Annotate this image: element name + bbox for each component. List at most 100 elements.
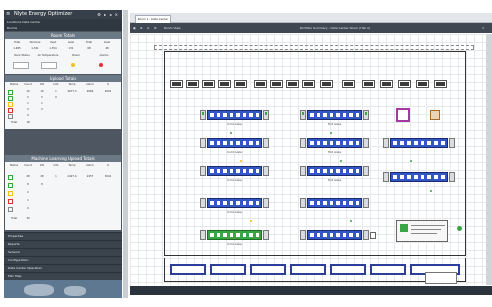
crac-unit[interactable]	[363, 110, 369, 120]
sensor-dot[interactable]	[457, 226, 462, 231]
rack-row-3b[interactable]	[307, 166, 362, 176]
rack-row-4a[interactable]	[207, 198, 262, 208]
accordion-mini-map[interactable]: Mini Map	[4, 272, 122, 280]
vertical-scrollbar[interactable]	[486, 34, 492, 285]
rack-row-4b[interactable]	[307, 198, 362, 208]
settings-icon[interactable]: ⚙	[154, 23, 157, 33]
rack-row-2a[interactable]	[207, 138, 262, 148]
crac-unit[interactable]	[263, 198, 269, 208]
group-row[interactable]: Rooms	[4, 25, 122, 31]
crac-unit[interactable]	[363, 166, 369, 176]
pdu-unit[interactable]	[430, 110, 440, 120]
power-unit[interactable]	[210, 264, 246, 275]
status-label-1: Air Temperature	[37, 54, 59, 57]
mini-map[interactable]	[4, 280, 122, 298]
accordion-operation[interactable]: Data Center Operation	[4, 264, 122, 272]
wall-unit[interactable]	[202, 80, 215, 88]
wall-unit[interactable]	[416, 80, 429, 88]
power-unit[interactable]	[170, 264, 206, 275]
wall-unit[interactable]	[434, 80, 447, 88]
wall-unit[interactable]	[234, 80, 247, 88]
sensor-dot[interactable]	[250, 220, 252, 222]
crac-unit[interactable]	[300, 166, 306, 176]
rack-row-2c[interactable]	[390, 138, 448, 148]
wall-unit[interactable]	[218, 80, 231, 88]
wall-unit[interactable]	[186, 80, 199, 88]
accordion-sensors[interactable]: Sensors	[4, 248, 122, 256]
mini-map-land	[24, 284, 54, 296]
wall-unit[interactable]	[286, 80, 299, 88]
power-unit[interactable]	[330, 264, 366, 275]
info-card[interactable]	[396, 220, 448, 242]
crac-unit[interactable]	[200, 166, 206, 176]
crac-unit[interactable]	[300, 110, 306, 120]
sensor-dot[interactable]	[230, 132, 232, 134]
wall-unit[interactable]	[342, 80, 355, 88]
crac-unit[interactable]	[363, 230, 369, 240]
rack-status-field[interactable]	[13, 62, 29, 69]
accordion-configuration[interactable]: Configuration	[4, 256, 122, 264]
crac-unit[interactable]	[300, 138, 306, 148]
rack-row-3c[interactable]	[390, 172, 448, 182]
rack-row-5b[interactable]	[307, 230, 362, 240]
ml-r0-c4: 2427.4	[67, 175, 77, 178]
crac-unit[interactable]	[263, 166, 269, 176]
crac-unit[interactable]	[263, 110, 269, 120]
crac-unit[interactable]	[449, 138, 455, 148]
ml-r0-c6: 3041	[104, 175, 112, 178]
wall-unit[interactable]	[398, 80, 411, 88]
rack-row-2b[interactable]	[307, 138, 362, 148]
crac-unit[interactable]	[363, 138, 369, 148]
crac-unit[interactable]	[263, 230, 269, 240]
rack-row-1b[interactable]	[307, 110, 362, 120]
crac-unit[interactable]	[200, 230, 206, 240]
wall-unit[interactable]	[170, 80, 183, 88]
wall-unit[interactable]	[362, 80, 375, 88]
ml-r0-c2: 1	[55, 175, 57, 178]
crac-unit[interactable]	[300, 198, 306, 208]
crac-unit[interactable]	[383, 138, 389, 148]
crac-unit[interactable]	[200, 198, 206, 208]
crac-unit[interactable]	[200, 138, 206, 148]
sensor-dot[interactable]	[240, 160, 242, 162]
wall-unit[interactable]	[380, 80, 393, 88]
wall-unit[interactable]	[254, 80, 267, 88]
ups-unit[interactable]	[396, 108, 410, 122]
accordion-reports[interactable]: Reports	[4, 240, 122, 248]
air-temp-field[interactable]	[41, 62, 57, 69]
close-icon[interactable]: ×	[482, 23, 485, 33]
rack-row-5a[interactable]	[207, 230, 262, 240]
crac-unit[interactable]	[300, 230, 306, 240]
zoom-out-icon[interactable]: ⊖	[147, 23, 150, 33]
wall-unit[interactable]	[320, 80, 333, 88]
sensor-dot[interactable]	[410, 160, 412, 162]
floor-plan-canvas[interactable]: Cold Aisle Hot Aisle Cold Aisle Hot Aisl…	[130, 34, 492, 285]
up-r1-c2: 0	[55, 96, 57, 99]
accordion-properties[interactable]: Properties	[4, 232, 122, 240]
rack-row-3a[interactable]	[207, 166, 262, 176]
sensor-dot[interactable]	[350, 220, 352, 222]
aisle-label: Hot Aisle	[327, 122, 342, 126]
panel-splitter[interactable]	[123, 10, 128, 298]
wall-unit[interactable]	[302, 80, 315, 88]
crac-unit[interactable]	[449, 172, 455, 182]
sensor-unit[interactable]	[370, 232, 376, 239]
sensor-dot[interactable]	[340, 160, 342, 162]
menu-icon[interactable]: ≡	[6, 10, 10, 19]
rt-value-0: 1,485	[13, 47, 21, 50]
sensor-dot[interactable]	[330, 132, 332, 134]
crac-unit[interactable]	[383, 172, 389, 182]
left-panel: ≡ Nlyte Energy Optimizer ⚙ ▸ ◂ × Locatio…	[4, 10, 122, 298]
crac-unit[interactable]	[200, 110, 206, 120]
power-unit[interactable]	[370, 264, 406, 275]
sensor-dot[interactable]	[430, 190, 432, 192]
power-unit[interactable]	[290, 264, 326, 275]
zoom-in-icon[interactable]: ⊕	[140, 23, 143, 33]
save-icon[interactable]: ▣	[133, 23, 136, 33]
window-controls[interactable]: ⚙ ▸ ◂ ×	[97, 10, 119, 19]
rack-row-1a[interactable]	[207, 110, 262, 120]
wall-unit[interactable]	[270, 80, 283, 88]
crac-unit[interactable]	[263, 138, 269, 148]
power-unit[interactable]	[250, 264, 286, 275]
crac-unit[interactable]	[363, 198, 369, 208]
